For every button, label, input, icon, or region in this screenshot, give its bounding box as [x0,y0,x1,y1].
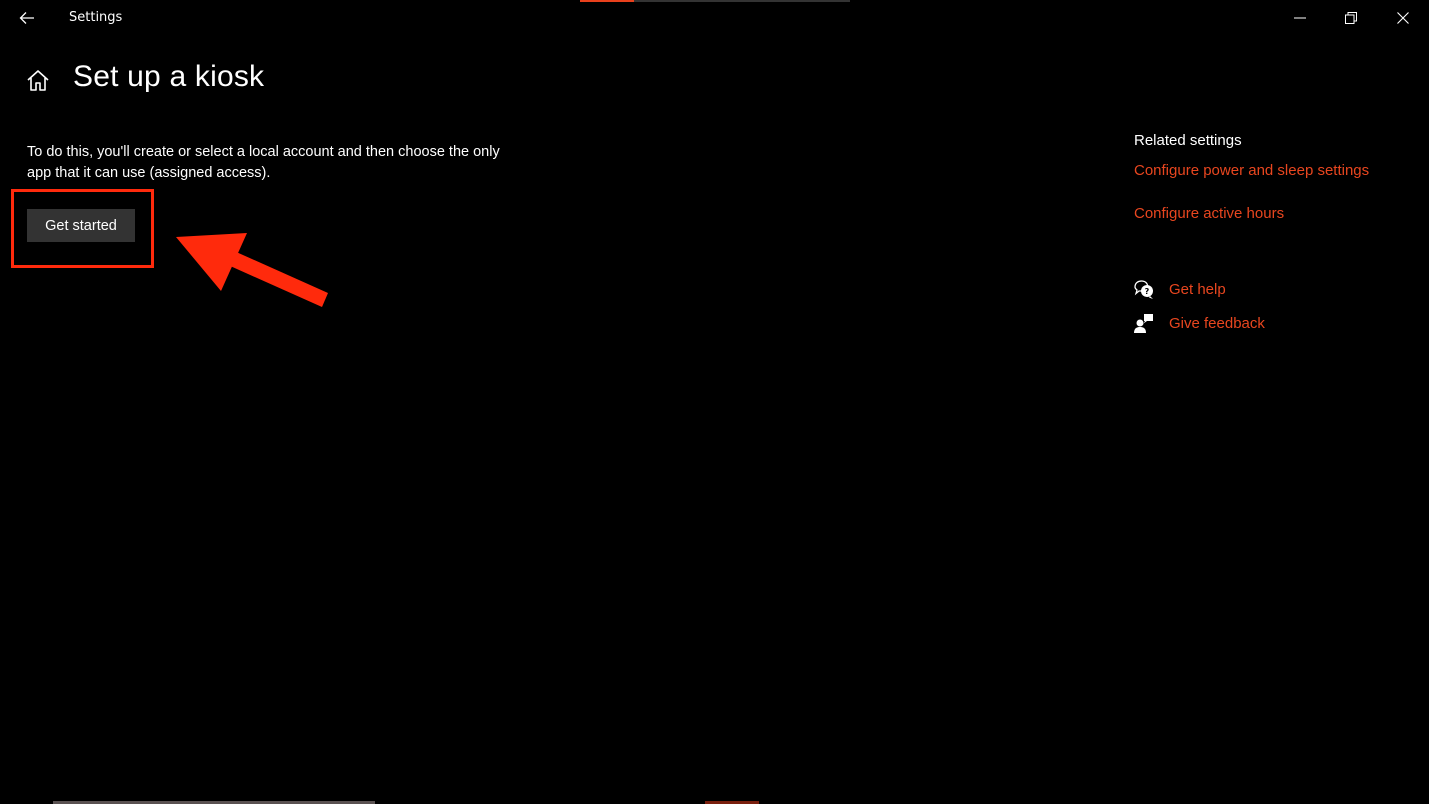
get-help-link[interactable]: ? Get help [1133,278,1226,300]
minimize-icon [1294,17,1306,19]
annotation-arrow-shaft [228,251,328,307]
loading-progress-bar [580,0,850,2]
home-button[interactable] [25,68,51,94]
get-help-label: Get help [1169,280,1226,298]
description-text: To do this, you'll create or select a lo… [27,144,500,181]
home-icon [27,70,49,91]
restore-icon [1345,12,1357,24]
close-button[interactable] [1378,0,1428,36]
annotation-arrow-icon [176,233,328,307]
page-title: Set up a kiosk [73,60,265,93]
window-title: Settings [69,10,123,25]
close-icon [1397,12,1409,24]
back-arrow-icon [19,12,34,24]
give-feedback-link[interactable]: Give feedback [1133,312,1265,334]
annotation-highlight-box [11,189,154,268]
link-active-hours[interactable]: Configure active hours [1134,205,1284,222]
give-feedback-label: Give feedback [1169,314,1265,332]
loading-progress-fill [580,0,634,2]
give-feedback-icon [1134,314,1153,333]
link-power-sleep-settings[interactable]: Configure power and sleep settings [1134,162,1369,179]
minimize-button[interactable] [1275,0,1325,36]
back-button[interactable] [14,6,42,30]
svg-text:?: ? [1145,287,1150,296]
related-settings-title: Related settings [1134,132,1242,149]
restore-button[interactable] [1326,0,1376,36]
get-help-icon: ? [1134,280,1153,299]
